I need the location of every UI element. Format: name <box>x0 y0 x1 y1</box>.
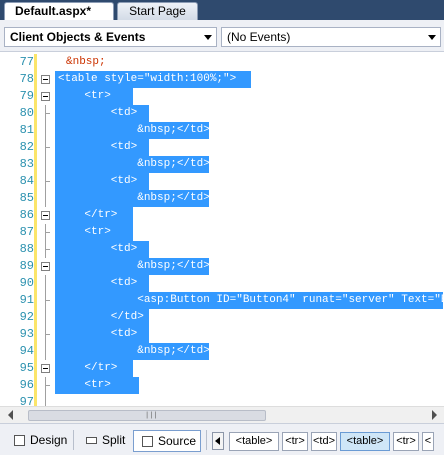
divider <box>206 430 207 450</box>
line-number: 85 <box>19 191 34 205</box>
split-view-button[interactable]: Split <box>78 430 128 452</box>
code-line[interactable]: <td> <box>58 326 137 343</box>
scrollbar-grip: ||| <box>145 412 158 420</box>
scroll-right-icon[interactable] <box>432 410 437 420</box>
code-line[interactable]: &nbsp;</td> <box>58 343 210 360</box>
view-bar: Design Split Source <table> <tr> <td> <tabl… <box>0 423 444 455</box>
line-number: 77 <box>19 55 34 69</box>
outlining-margin <box>37 52 55 406</box>
code-line[interactable]: </tr> <box>58 207 117 224</box>
client-objects-dropdown[interactable]: Client Objects & Events <box>4 27 217 47</box>
source-label: Source <box>158 434 197 448</box>
collapse-icon[interactable] <box>41 211 50 220</box>
breadcrumb-tag[interactable]: <table> <box>340 432 390 451</box>
split-label: Split <box>102 433 126 447</box>
line-number: 87 <box>19 225 34 239</box>
code-line[interactable]: <td> <box>58 275 137 292</box>
events-dropdown[interactable]: (No Events) <box>221 27 441 47</box>
tab-default-aspx[interactable]: Default.aspx* <box>4 2 114 21</box>
collapse-icon[interactable] <box>41 364 50 373</box>
code-line[interactable]: <td> <box>58 139 137 156</box>
code-line[interactable]: <td> <box>58 241 137 258</box>
outline-guide <box>45 394 46 406</box>
line-number: 93 <box>19 327 34 341</box>
code-line[interactable]: </tr> <box>58 360 117 377</box>
code-line[interactable]: <table style="width:100%;"> <box>58 71 236 88</box>
events-label: (No Events) <box>227 30 291 44</box>
scroll-left-icon[interactable] <box>8 410 13 420</box>
code-line[interactable]: <tr> <box>58 224 110 241</box>
line-number: 89 <box>19 259 34 273</box>
code-line[interactable]: &nbsp;</td> <box>58 122 210 139</box>
line-number: 94 <box>19 344 34 358</box>
line-number: 97 <box>19 395 34 406</box>
line-number: 96 <box>19 378 34 392</box>
breadcrumb-tag[interactable]: < <box>422 432 434 451</box>
tab-start-page[interactable]: Start Page <box>117 2 198 20</box>
line-number: 92 <box>19 310 34 324</box>
code-line[interactable]: </td> <box>58 309 144 326</box>
line-number: 80 <box>19 106 34 120</box>
collapse-icon[interactable] <box>41 92 50 101</box>
design-view-icon <box>14 435 25 446</box>
scrollbar-thumb[interactable]: ||| <box>28 410 266 421</box>
outline-end-tick <box>45 181 50 182</box>
design-label: Design <box>30 433 68 447</box>
code-line[interactable]: &nbsp;</td> <box>58 190 210 207</box>
code-line[interactable]: <asp:Button ID="Button4" runat="server" … <box>58 292 444 309</box>
outline-guide <box>45 190 46 207</box>
line-number: 95 <box>19 361 34 375</box>
collapse-icon[interactable] <box>41 75 50 84</box>
client-objects-label: Client Objects & Events <box>10 30 146 44</box>
outline-guide <box>45 156 46 173</box>
breadcrumb-tag[interactable]: <table> <box>229 432 279 451</box>
outline-end-tick <box>45 385 50 386</box>
line-number: 82 <box>19 140 34 154</box>
line-number: 86 <box>19 208 34 222</box>
split-view-icon <box>86 437 97 444</box>
outline-guide <box>45 122 46 139</box>
document-tab-strip: Default.aspx* Start Page <box>0 0 444 21</box>
breadcrumb-left-arrow-icon[interactable] <box>212 432 224 450</box>
code-line[interactable]: &nbsp;</td> <box>58 156 210 173</box>
outline-end-tick <box>45 334 50 335</box>
navigation-bar: Client Objects & Events (No Events) <box>0 20 444 52</box>
chevron-down-icon <box>428 35 436 40</box>
code-line[interactable]: &nbsp; <box>66 54 106 71</box>
outline-end-tick <box>45 249 50 250</box>
code-line[interactable]: <tr> <box>58 88 110 105</box>
line-number: 78 <box>19 72 34 86</box>
line-number-gutter: 77 78 79 80 81 82 83 84 85 86 87 88 89 90 91 92 93 94 95 96… <box>0 52 37 406</box>
breadcrumb-tag[interactable]: <tr> <box>393 432 419 451</box>
outline-guide <box>45 343 46 360</box>
code-line[interactable]: <td> <box>58 105 137 122</box>
line-number: 91 <box>19 293 34 307</box>
source-view-button[interactable]: Source <box>133 430 201 452</box>
code-line[interactable]: <tr> <box>58 377 110 394</box>
line-number: 90 <box>19 276 34 290</box>
outline-guide <box>45 275 46 292</box>
outline-end-tick <box>45 147 50 148</box>
breadcrumb-tag[interactable]: <td> <box>311 432 337 451</box>
line-number: 88 <box>19 242 34 256</box>
outline-end-tick <box>45 300 50 301</box>
collapse-icon[interactable] <box>41 262 50 271</box>
source-view-icon <box>142 436 153 447</box>
outline-end-tick <box>45 232 50 233</box>
horizontal-scrollbar[interactable]: ||| <box>0 406 444 423</box>
code-editor[interactable]: 77 78 79 80 81 82 83 84 85 86 87 88 89 90 91 92 93 94 95 96… <box>0 52 444 406</box>
line-number: 83 <box>19 157 34 171</box>
line-number: 84 <box>19 174 34 188</box>
chevron-down-icon <box>204 35 212 40</box>
line-number: 81 <box>19 123 34 137</box>
design-view-button[interactable]: Design <box>6 430 70 452</box>
breadcrumb-tag[interactable]: <tr> <box>282 432 308 451</box>
code-line[interactable]: &nbsp;</td> <box>58 258 210 275</box>
line-number: 79 <box>19 89 34 103</box>
code-line[interactable]: <td> <box>58 173 137 190</box>
outline-guide <box>45 309 46 326</box>
divider <box>73 430 74 450</box>
outline-end-tick <box>45 113 50 114</box>
